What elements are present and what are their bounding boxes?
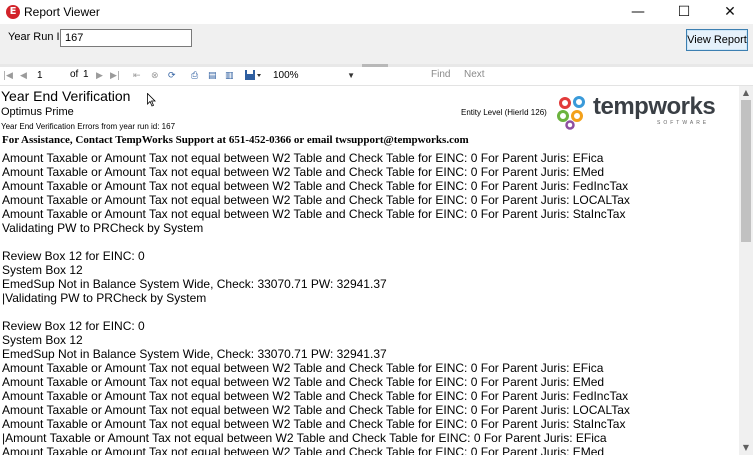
- parameter-area: Year Run ID 167 View Report: [0, 24, 753, 65]
- close-button[interactable]: ✕: [707, 0, 753, 24]
- report-line: Amount Taxable or Amount Tax not equal b…: [2, 193, 630, 207]
- previous-page-icon[interactable]: ◀: [20, 69, 27, 83]
- report-line: EmedSup Not in Balance System Wide, Chec…: [2, 277, 387, 291]
- report-line: Amount Taxable or Amount Tax not equal b…: [2, 389, 629, 403]
- report-canvas: Year End Verification Optimus Prime Year…: [0, 86, 739, 455]
- report-line: Amount Taxable or Amount Tax not equal b…: [2, 361, 604, 375]
- next-page-icon[interactable]: ▶: [96, 69, 103, 83]
- support-contact: For Assistance, Contact TempWorks Suppor…: [2, 134, 469, 146]
- report-line: Amount Taxable or Amount Tax not equal b…: [2, 403, 630, 417]
- report-line: EmedSup Not in Balance System Wide, Chec…: [2, 347, 387, 361]
- find-link[interactable]: Find: [431, 69, 450, 80]
- report-line: Amount Taxable or Amount Tax not equal b…: [2, 375, 605, 389]
- scroll-thumb[interactable]: [741, 100, 751, 242]
- window-title: Report Viewer: [24, 5, 100, 19]
- entity-level: Entity Level (HierId 126): [461, 108, 547, 117]
- of-label: of: [70, 69, 79, 80]
- zoom-select[interactable]: 100% ▼: [272, 68, 358, 84]
- report-line: Amount Taxable or Amount Tax not equal b…: [2, 151, 604, 165]
- scroll-up-icon[interactable]: ▲: [739, 86, 753, 100]
- print-icon[interactable]: ⎙: [191, 69, 198, 83]
- report-line: Review Box 12 for EINC: 0: [2, 249, 145, 263]
- report-line: Validating PW to PRCheck by System: [2, 221, 204, 235]
- refresh-icon[interactable]: ⟳: [168, 69, 176, 83]
- report-line: |Validating PW to PRCheck by System: [2, 291, 207, 305]
- report-line: Amount Taxable or Amount Tax not equal b…: [2, 179, 629, 193]
- zoom-value: 100%: [273, 70, 299, 81]
- view-report-button[interactable]: View Report: [686, 29, 748, 51]
- back-icon[interactable]: ⇤: [133, 69, 141, 83]
- report-line: |Amount Taxable or Amount Tax not equal …: [2, 431, 607, 445]
- save-icon: [245, 70, 261, 80]
- vertical-scrollbar[interactable]: ▲ ▼: [739, 86, 753, 455]
- tempworks-logo-icon: [557, 96, 585, 130]
- logo-wordmark: tempworks: [593, 93, 716, 120]
- find-input[interactable]: [367, 68, 425, 84]
- report-line: Amount Taxable or Amount Tax not equal b…: [2, 207, 626, 221]
- report-line: Amount Taxable or Amount Tax not equal b…: [2, 165, 605, 179]
- logo-subtext: SOFTWARE: [657, 120, 710, 126]
- year-run-id-label: Year Run ID: [8, 31, 68, 43]
- report-line: Amount Taxable or Amount Tax not equal b…: [2, 417, 626, 431]
- export-icon[interactable]: [244, 69, 262, 83]
- maximize-button[interactable]: ☐: [661, 0, 707, 24]
- scroll-down-icon[interactable]: ▼: [739, 441, 753, 455]
- mouse-cursor-icon: [147, 93, 156, 107]
- report-line: Amount Taxable or Amount Tax not equal b…: [2, 445, 605, 455]
- minimize-button[interactable]: —: [615, 0, 661, 24]
- print-layout-icon[interactable]: ▤: [208, 69, 217, 83]
- report-toolbar: |◀ ◀ 1 of 1 ▶ ▶| ⇤ ⊗ ⟳ ⎙ ▤ ▥ 100% ▼ Find…: [0, 67, 753, 86]
- chevron-down-icon: ▼: [347, 71, 355, 80]
- year-run-id-input[interactable]: 167: [60, 29, 192, 47]
- title-bar: E Report Viewer — ☐ ✕: [0, 0, 753, 25]
- error-lines: Amount Taxable or Amount Tax not equal b…: [2, 151, 630, 455]
- report-title: Year End Verification: [1, 88, 131, 104]
- stop-icon[interactable]: ⊗: [151, 69, 159, 83]
- errors-heading: Year End Verification Errors from year r…: [1, 122, 176, 131]
- last-page-icon[interactable]: ▶|: [110, 69, 120, 83]
- current-page-input[interactable]: 1: [36, 68, 62, 84]
- report-line: System Box 12: [2, 263, 83, 277]
- company-name: Optimus Prime: [1, 106, 74, 118]
- report-line: Review Box 12 for EINC: 0: [2, 319, 145, 333]
- total-pages: 1: [83, 69, 89, 80]
- app-logo-icon: E: [6, 5, 20, 19]
- first-page-icon[interactable]: |◀: [3, 69, 13, 83]
- find-next-link[interactable]: Next: [464, 69, 485, 80]
- report-line: System Box 12: [2, 333, 83, 347]
- page-setup-icon[interactable]: ▥: [225, 69, 234, 83]
- tempworks-logo: tempworks SOFTWARE: [555, 92, 716, 132]
